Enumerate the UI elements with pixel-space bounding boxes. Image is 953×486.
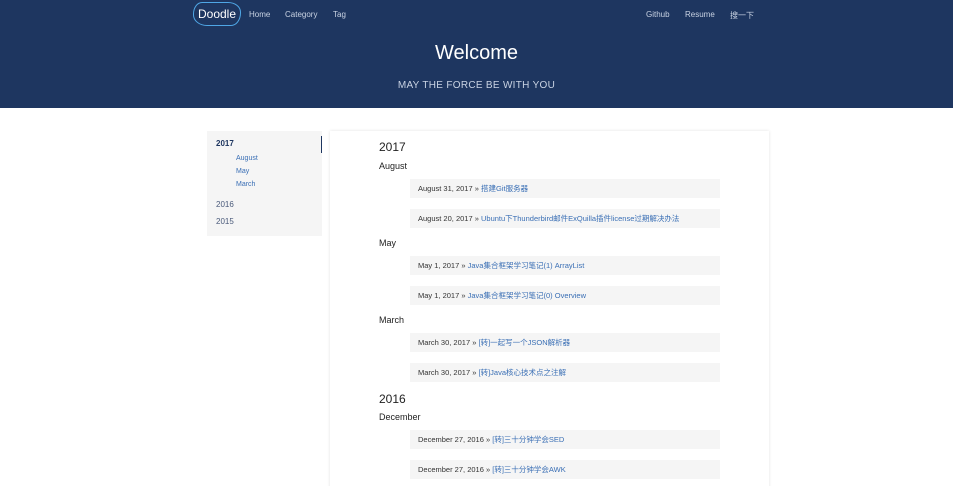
- archive-sidebar: 2017 August May March 2016 2015: [207, 131, 322, 236]
- post-item: December 27, 2016 » [转]三十分钟学会AWK: [410, 460, 720, 479]
- post-title-link[interactable]: Java集合框架学习笔记(0) Overview: [468, 291, 586, 300]
- post-date: December 27, 2016: [418, 435, 484, 444]
- active-year-marker: [321, 136, 322, 153]
- post-item: August 20, 2017 » Ubuntu下Thunderbird邮件Ex…: [410, 209, 720, 228]
- nav-link-tag[interactable]: Tag: [333, 10, 346, 19]
- post-item: May 1, 2017 » Java集合框架学习笔记(0) Overview: [410, 286, 720, 305]
- sidebar-month-march[interactable]: March: [236, 181, 255, 188]
- sidebar-year-2015[interactable]: 2015: [216, 217, 234, 226]
- nav-link-category[interactable]: Category: [285, 10, 317, 19]
- post-title-link[interactable]: Java集合框架学习笔记(1) ArrayList: [468, 261, 585, 270]
- nav-link-home[interactable]: Home: [249, 10, 270, 19]
- archive-month-heading: December: [379, 412, 421, 422]
- site-logo[interactable]: Doodle: [193, 2, 241, 26]
- post-date: August 31, 2017: [418, 184, 473, 193]
- post-date: May 1, 2017: [418, 291, 460, 300]
- post-title-link[interactable]: 搭建Git服务器: [481, 184, 528, 193]
- sidebar-year-2017[interactable]: 2017: [216, 139, 234, 148]
- post-title-link[interactable]: [转]一起写一个JSON解析器: [478, 338, 570, 347]
- nav-link-search[interactable]: 搜一下: [730, 10, 754, 21]
- sidebar-month-august[interactable]: August: [236, 155, 258, 162]
- archive-year-heading: 2016: [379, 392, 406, 406]
- page-subtitle: MAY THE FORCE BE WITH YOU: [397, 80, 556, 91]
- archive-month-heading: August: [379, 161, 408, 171]
- post-date: August 20, 2017: [418, 214, 473, 223]
- nav-link-resume[interactable]: Resume: [685, 10, 715, 19]
- archive-month-heading: March: [379, 315, 405, 325]
- post-date: May 1, 2017: [418, 261, 460, 270]
- site-header: Doodle Home Category Tag Github Resume 搜…: [0, 0, 953, 108]
- post-item: March 30, 2017 » [转]Java核心技术点之注解: [410, 363, 720, 382]
- sidebar-month-may[interactable]: May: [236, 168, 249, 175]
- post-title-link[interactable]: [转]三十分钟学会AWK: [492, 465, 565, 474]
- post-item: December 27, 2016 » [转]三十分钟学会SED: [410, 430, 720, 449]
- post-date: March 30, 2017: [418, 338, 471, 347]
- post-item: August 31, 2017 » 搭建Git服务器: [410, 179, 720, 198]
- nav-link-github[interactable]: Github: [646, 10, 670, 19]
- post-title-link[interactable]: Ubuntu下Thunderbird邮件ExQuilla插件license过期解…: [481, 214, 679, 223]
- page-title: Welcome: [435, 42, 518, 64]
- post-item: May 1, 2017 » Java集合框架学习笔记(1) ArrayList: [410, 256, 720, 275]
- post-title-link[interactable]: [转]三十分钟学会SED: [492, 435, 564, 444]
- archive-year-heading: 2017: [379, 140, 406, 154]
- sidebar-year-2016[interactable]: 2016: [216, 200, 234, 209]
- post-date: March 30, 2017: [418, 368, 471, 377]
- post-item: March 30, 2017 » [转]一起写一个JSON解析器: [410, 333, 720, 352]
- archive-month-heading: May: [379, 238, 397, 248]
- post-date: December 27, 2016: [418, 465, 484, 474]
- post-title-link[interactable]: [转]Java核心技术点之注解: [478, 368, 566, 377]
